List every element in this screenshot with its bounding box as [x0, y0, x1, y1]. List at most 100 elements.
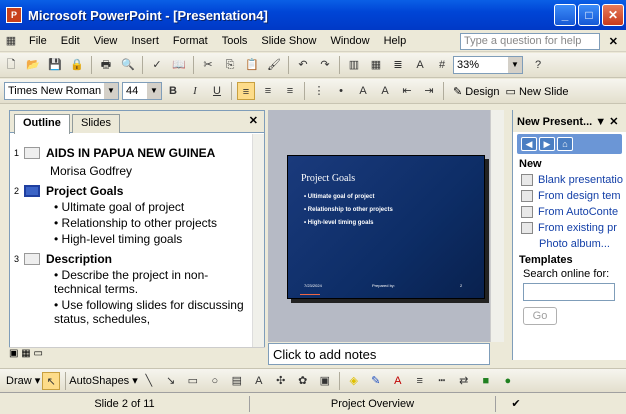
zoom-select[interactable]: 33% ▼ [453, 56, 523, 74]
oval-icon[interactable]: ○ [206, 372, 224, 390]
spelling-status-icon[interactable]: ✔ [496, 396, 536, 412]
line-icon[interactable]: ╲ [140, 372, 158, 390]
autoshapes-menu-button[interactable]: AutoShapes ▾ [69, 374, 138, 387]
template-search-input[interactable] [523, 283, 615, 301]
menu-format[interactable]: Format [166, 35, 215, 47]
close-pane-icon[interactable]: ✕ [249, 114, 258, 127]
align-center-icon[interactable]: ≡ [259, 82, 277, 100]
outline-slide-3[interactable]: 3 Description [14, 252, 249, 266]
outline-scrollbar[interactable] [252, 134, 264, 350]
dash-style-icon[interactable]: ┅ [433, 372, 451, 390]
picture-icon[interactable]: ▣ [316, 372, 334, 390]
font-select[interactable]: Times New Roman ▼ [4, 82, 119, 100]
home-icon[interactable]: ⌂ [557, 137, 573, 151]
research-icon[interactable]: 📖 [170, 56, 188, 74]
outline-slide-2[interactable]: 2 Project Goals [14, 184, 249, 198]
diagram-icon[interactable]: ✣ [272, 372, 290, 390]
draw-menu-button[interactable]: Draw ▾ [6, 374, 40, 387]
format-painter-icon[interactable]: 🖌 [265, 56, 283, 74]
clipart-icon[interactable]: ✿ [294, 372, 312, 390]
from-autocontent-link[interactable]: From AutoConte [521, 206, 626, 218]
rectangle-icon[interactable]: ▭ [184, 372, 202, 390]
slide-scrollbar[interactable] [490, 110, 504, 342]
save-icon[interactable]: 💾 [46, 56, 64, 74]
insert-chart-icon[interactable]: ▥ [345, 56, 363, 74]
print-preview-icon[interactable]: 🔍 [119, 56, 137, 74]
new-slide-button[interactable]: ▭ New Slide [506, 85, 569, 98]
task-pane-header[interactable]: New Present... ▼ ✕ [513, 110, 626, 132]
notes-pane[interactable]: Click to add notes [268, 343, 490, 365]
slide-sorter-icon[interactable]: ▦ [21, 348, 30, 359]
normal-view-icon[interactable]: ▣ [9, 348, 18, 359]
underline-button[interactable]: U [208, 82, 226, 100]
spelling-icon[interactable]: ✓ [148, 56, 166, 74]
photo-album-link[interactable]: Photo album... [539, 238, 626, 250]
blank-presentation-link[interactable]: Blank presentatio [521, 174, 626, 186]
menu-help[interactable]: Help [377, 35, 414, 47]
font-size-down-icon[interactable]: A [376, 82, 394, 100]
help-search-input[interactable]: Type a question for help [460, 33, 600, 50]
font-size-up-icon[interactable]: A [354, 82, 372, 100]
print-icon[interactable]: 🖶 [97, 56, 115, 74]
menu-edit[interactable]: Edit [54, 35, 87, 47]
minimize-button[interactable]: _ [554, 4, 576, 26]
from-design-template-link[interactable]: From design tem [521, 190, 626, 202]
3d-style-icon[interactable]: ● [499, 372, 517, 390]
slide-show-icon[interactable]: ▭ [33, 348, 42, 359]
insert-table-icon[interactable]: ▦ [367, 56, 385, 74]
show-formatting-icon[interactable]: A [411, 56, 429, 74]
menu-file[interactable]: File [22, 35, 54, 47]
outline-content[interactable]: 1 AIDS IN PAPUA NEW GUINEA Morisa Godfre… [10, 134, 253, 350]
new-icon[interactable]: 🗋 [2, 56, 20, 74]
font-size-select[interactable]: 44 ▼ [122, 82, 162, 100]
fill-color-icon[interactable]: ◈ [345, 372, 363, 390]
italic-button[interactable]: I [186, 82, 204, 100]
wordart-icon[interactable]: A [250, 372, 268, 390]
powerpoint-app-icon[interactable]: P [6, 7, 22, 23]
redo-icon[interactable]: ↷ [316, 56, 334, 74]
menu-view[interactable]: View [87, 35, 125, 47]
line-color-icon[interactable]: ✎ [367, 372, 385, 390]
menu-tools[interactable]: Tools [215, 35, 255, 47]
slide-canvas[interactable]: Project Goals • Ultimate goal of project… [287, 155, 485, 299]
menu-window[interactable]: Window [323, 35, 376, 47]
arrow-icon[interactable]: ↘ [162, 372, 180, 390]
permission-icon[interactable]: 🔒 [68, 56, 86, 74]
increase-indent-icon[interactable]: ⇥ [420, 82, 438, 100]
expand-all-icon[interactable]: ≣ [389, 56, 407, 74]
back-icon[interactable]: ◀ [521, 137, 537, 151]
numbering-icon[interactable]: ⋮ [310, 82, 328, 100]
document-icon[interactable]: ▦ [2, 32, 20, 50]
undo-icon[interactable]: ↶ [294, 56, 312, 74]
menu-insert[interactable]: Insert [124, 35, 166, 47]
tab-outline[interactable]: Outline [14, 114, 70, 134]
arrow-style-icon[interactable]: ⇄ [455, 372, 473, 390]
go-button[interactable]: Go [523, 307, 557, 325]
slide-title-text[interactable]: Project Goals [301, 173, 355, 184]
tab-slides[interactable]: Slides [72, 114, 120, 133]
font-color-icon[interactable]: A [389, 372, 407, 390]
outline-slide-1[interactable]: 1 AIDS IN PAPUA NEW GUINEA [14, 146, 249, 160]
open-icon[interactable]: 📂 [24, 56, 42, 74]
select-objects-icon[interactable]: ↖ [42, 371, 61, 390]
cut-icon[interactable]: ✂ [199, 56, 217, 74]
design-button[interactable]: ✎ Design [453, 85, 500, 98]
close-document-icon[interactable]: ✕ [609, 35, 618, 48]
bold-button[interactable]: B [164, 82, 182, 100]
bullets-icon[interactable]: • [332, 82, 350, 100]
menu-slide-show[interactable]: Slide Show [254, 35, 323, 47]
help-icon[interactable]: ? [529, 56, 547, 74]
paste-icon[interactable]: 📋 [243, 56, 261, 74]
textbox-icon[interactable]: ▤ [228, 372, 246, 390]
line-style-icon[interactable]: ≡ [411, 372, 429, 390]
align-right-icon[interactable]: ≡ [281, 82, 299, 100]
from-existing-link[interactable]: From existing pr [521, 222, 626, 234]
maximize-button[interactable]: □ [578, 4, 600, 26]
align-left-icon[interactable]: ≡ [237, 82, 255, 100]
decrease-indent-icon[interactable]: ⇤ [398, 82, 416, 100]
copy-icon[interactable]: ⎘ [221, 56, 239, 74]
forward-icon[interactable]: ▶ [539, 137, 555, 151]
close-button[interactable]: ✕ [602, 4, 624, 26]
shadow-icon[interactable]: ■ [477, 372, 495, 390]
show-grid-icon[interactable]: # [433, 56, 451, 74]
